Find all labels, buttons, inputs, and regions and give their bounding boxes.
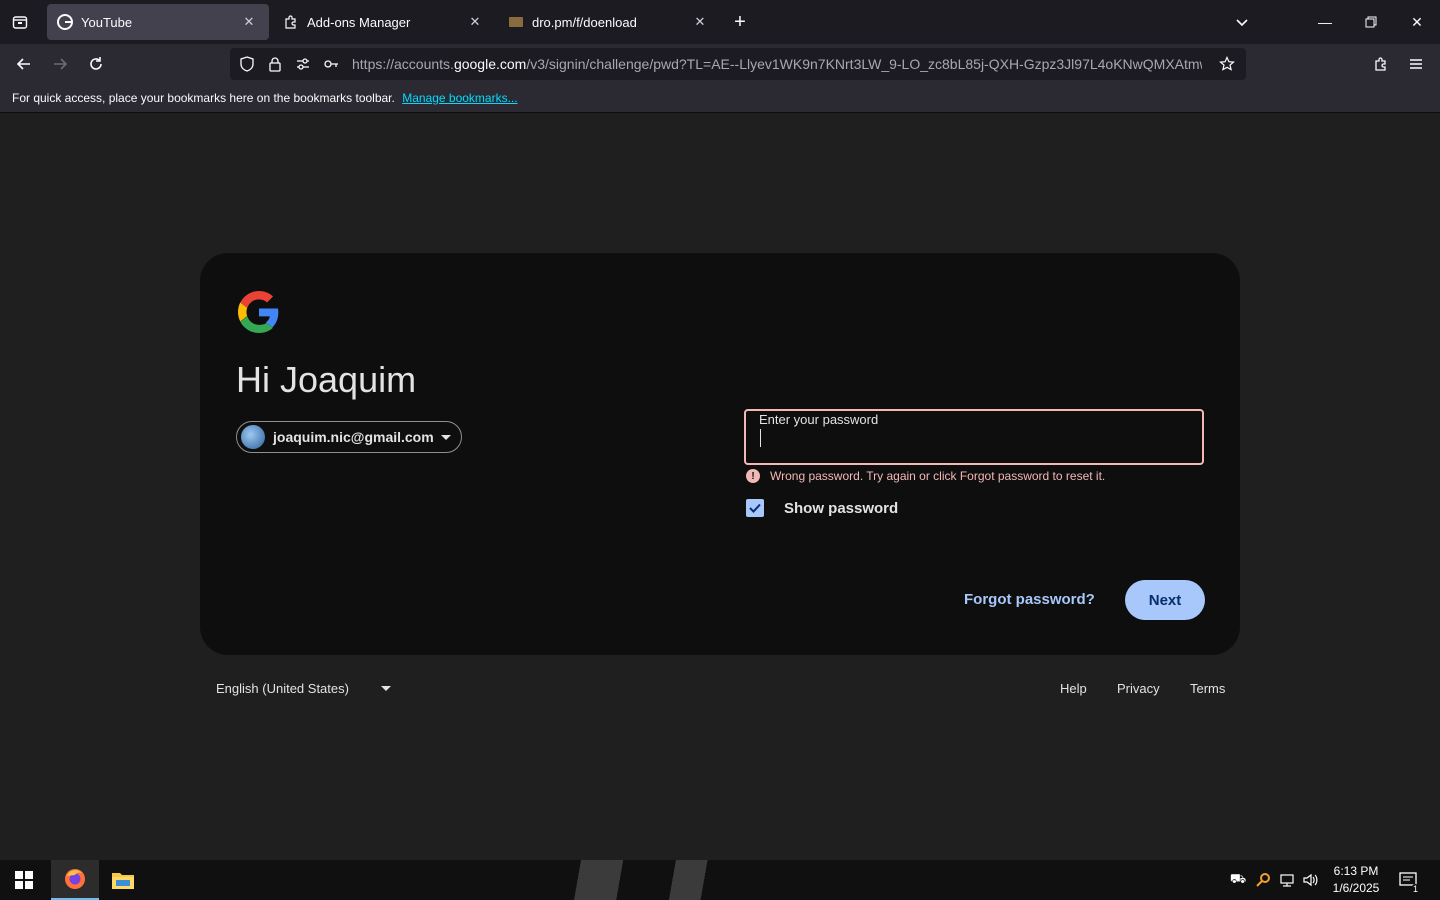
page-content: Hi Joaquim joaquim.nic@gmail.com Enter y…	[0, 113, 1440, 860]
avatar	[241, 425, 265, 449]
new-tab-button[interactable]: +	[728, 10, 752, 34]
reload-icon	[90, 57, 102, 70]
start-button[interactable]	[0, 860, 48, 900]
firefox-view-button[interactable]	[0, 0, 40, 44]
folder-icon	[508, 14, 524, 30]
show-password-checkbox[interactable]	[746, 499, 764, 517]
firefox-view-icon	[12, 16, 28, 29]
tab-label: YouTube	[81, 14, 133, 30]
show-password-label: Show password	[784, 499, 899, 517]
url-path: /v3/signin/challenge/pwd?TL=AE--Llyev1WK…	[526, 56, 1202, 72]
error-message: Wrong password. Try again or click Forgo…	[770, 469, 1106, 483]
back-button[interactable]	[10, 50, 38, 78]
network-icon[interactable]	[1277, 870, 1297, 890]
restore-icon	[1365, 16, 1377, 28]
volume-icon[interactable]	[1300, 870, 1320, 890]
puzzle-piece-icon	[283, 14, 299, 30]
page-footer: English (United States) Help Privacy Ter…	[200, 679, 1240, 703]
close-tab-icon[interactable]: ✕	[239, 12, 259, 32]
error-icon: !	[746, 469, 760, 483]
language-label: English (United States)	[216, 681, 349, 696]
show-password-toggle[interactable]: Show password	[746, 499, 898, 517]
minimize-icon: —	[1318, 14, 1332, 30]
password-field-label: Enter your password	[759, 412, 879, 427]
tab-label: Add-ons Manager	[307, 14, 411, 30]
list-all-tabs-button[interactable]	[1230, 10, 1254, 34]
close-window-button[interactable]: ✕	[1394, 0, 1440, 44]
reload-button[interactable]	[82, 50, 110, 78]
notification-count: 1	[1410, 884, 1420, 894]
url-text[interactable]: https://accounts.google.com/v3/signin/ch…	[352, 56, 1202, 72]
privacy-link[interactable]: Privacy	[1117, 681, 1160, 696]
app-menu-button[interactable]	[1402, 50, 1430, 78]
puzzle-piece-icon	[1375, 57, 1386, 71]
chevron-down-icon	[380, 686, 391, 691]
tab-label: dro.pm/f/doenload	[532, 14, 637, 30]
language-selector[interactable]: English (United States)	[216, 681, 391, 696]
signin-card: Hi Joaquim joaquim.nic@gmail.com Enter y…	[200, 253, 1240, 655]
clock-time: 6:13 PM	[1333, 864, 1379, 878]
network-people-icon[interactable]: ⛟	[1228, 870, 1248, 890]
url-host: google.com	[453, 56, 527, 72]
bookmarks-empty-message: For quick access, place your bookmarks h…	[12, 91, 395, 105]
bookmark-star-icon[interactable]	[1216, 53, 1238, 75]
google-logo-icon	[238, 291, 280, 333]
close-tab-icon[interactable]: ✕	[465, 12, 485, 32]
tab-addons-manager[interactable]: Add-ons Manager ✕	[273, 4, 495, 40]
help-link[interactable]: Help	[1060, 681, 1087, 696]
close-icon: ✕	[1411, 13, 1423, 30]
forgot-password-button[interactable]: Forgot password?	[964, 591, 1095, 608]
checkmark-icon	[749, 503, 761, 513]
clock-date: 1/6/2025	[1332, 881, 1380, 895]
folder-icon	[112, 873, 134, 889]
tab-youtube[interactable]: YouTube ✕	[47, 4, 269, 40]
password-error: ! Wrong password. Try again or click For…	[744, 469, 1105, 483]
firefox-icon	[65, 869, 85, 889]
terms-link[interactable]: Terms	[1190, 681, 1225, 696]
taskbar-wallpaper-strip	[560, 860, 1080, 900]
arrow-right-icon	[54, 58, 68, 70]
arrow-left-icon	[16, 58, 30, 70]
tab-bar: YouTube ✕ Add-ons Manager ✕ dro.pm/f/doe…	[0, 0, 1440, 44]
page-title: Hi Joaquim	[236, 359, 417, 400]
extensions-button[interactable]	[1367, 50, 1395, 78]
taskbar-firefox[interactable]	[51, 860, 99, 900]
google-g-icon	[57, 14, 73, 30]
system-clock[interactable]: 6:13 PM 1/6/2025	[1326, 863, 1386, 897]
key-icon[interactable]	[320, 53, 342, 75]
chevron-down-icon	[441, 434, 451, 440]
account-email: joaquim.nic@gmail.com	[273, 429, 434, 445]
navigation-toolbar: https://accounts.google.com/v3/signin/ch…	[0, 44, 1440, 84]
action-center-button[interactable]: 1	[1398, 870, 1420, 894]
text-cursor	[760, 429, 761, 447]
password-input[interactable]: Enter your password	[744, 409, 1204, 465]
chevron-down-icon	[1236, 19, 1248, 27]
account-chooser-button[interactable]: joaquim.nic@gmail.com	[236, 421, 462, 453]
manage-bookmarks-link[interactable]: Manage bookmarks...	[402, 91, 517, 105]
tab-dro-pm[interactable]: dro.pm/f/doenload ✕	[498, 4, 720, 40]
plus-icon: +	[734, 10, 746, 33]
windows-logo-icon	[15, 871, 33, 889]
lock-icon[interactable]	[264, 53, 286, 75]
tracking-protection-shield-icon[interactable]	[236, 53, 258, 75]
search-key-icon[interactable]	[1253, 870, 1273, 890]
close-tab-icon[interactable]: ✕	[690, 12, 710, 32]
permissions-icon[interactable]	[292, 53, 314, 75]
windows-taskbar: ⛟ 6:13 PM 1/6/2025 1	[0, 860, 1440, 900]
bookmarks-toolbar: For quick access, place your bookmarks h…	[0, 84, 1440, 113]
hamburger-menu-icon	[1410, 59, 1422, 69]
taskbar-file-explorer[interactable]	[99, 860, 147, 900]
url-prefix: https://accounts.	[352, 56, 454, 72]
address-bar[interactable]: https://accounts.google.com/v3/signin/ch…	[230, 48, 1246, 80]
forward-button[interactable]	[46, 50, 74, 78]
restore-button[interactable]	[1348, 0, 1394, 44]
next-button[interactable]: Next	[1125, 580, 1205, 620]
minimize-button[interactable]: —	[1302, 0, 1348, 44]
